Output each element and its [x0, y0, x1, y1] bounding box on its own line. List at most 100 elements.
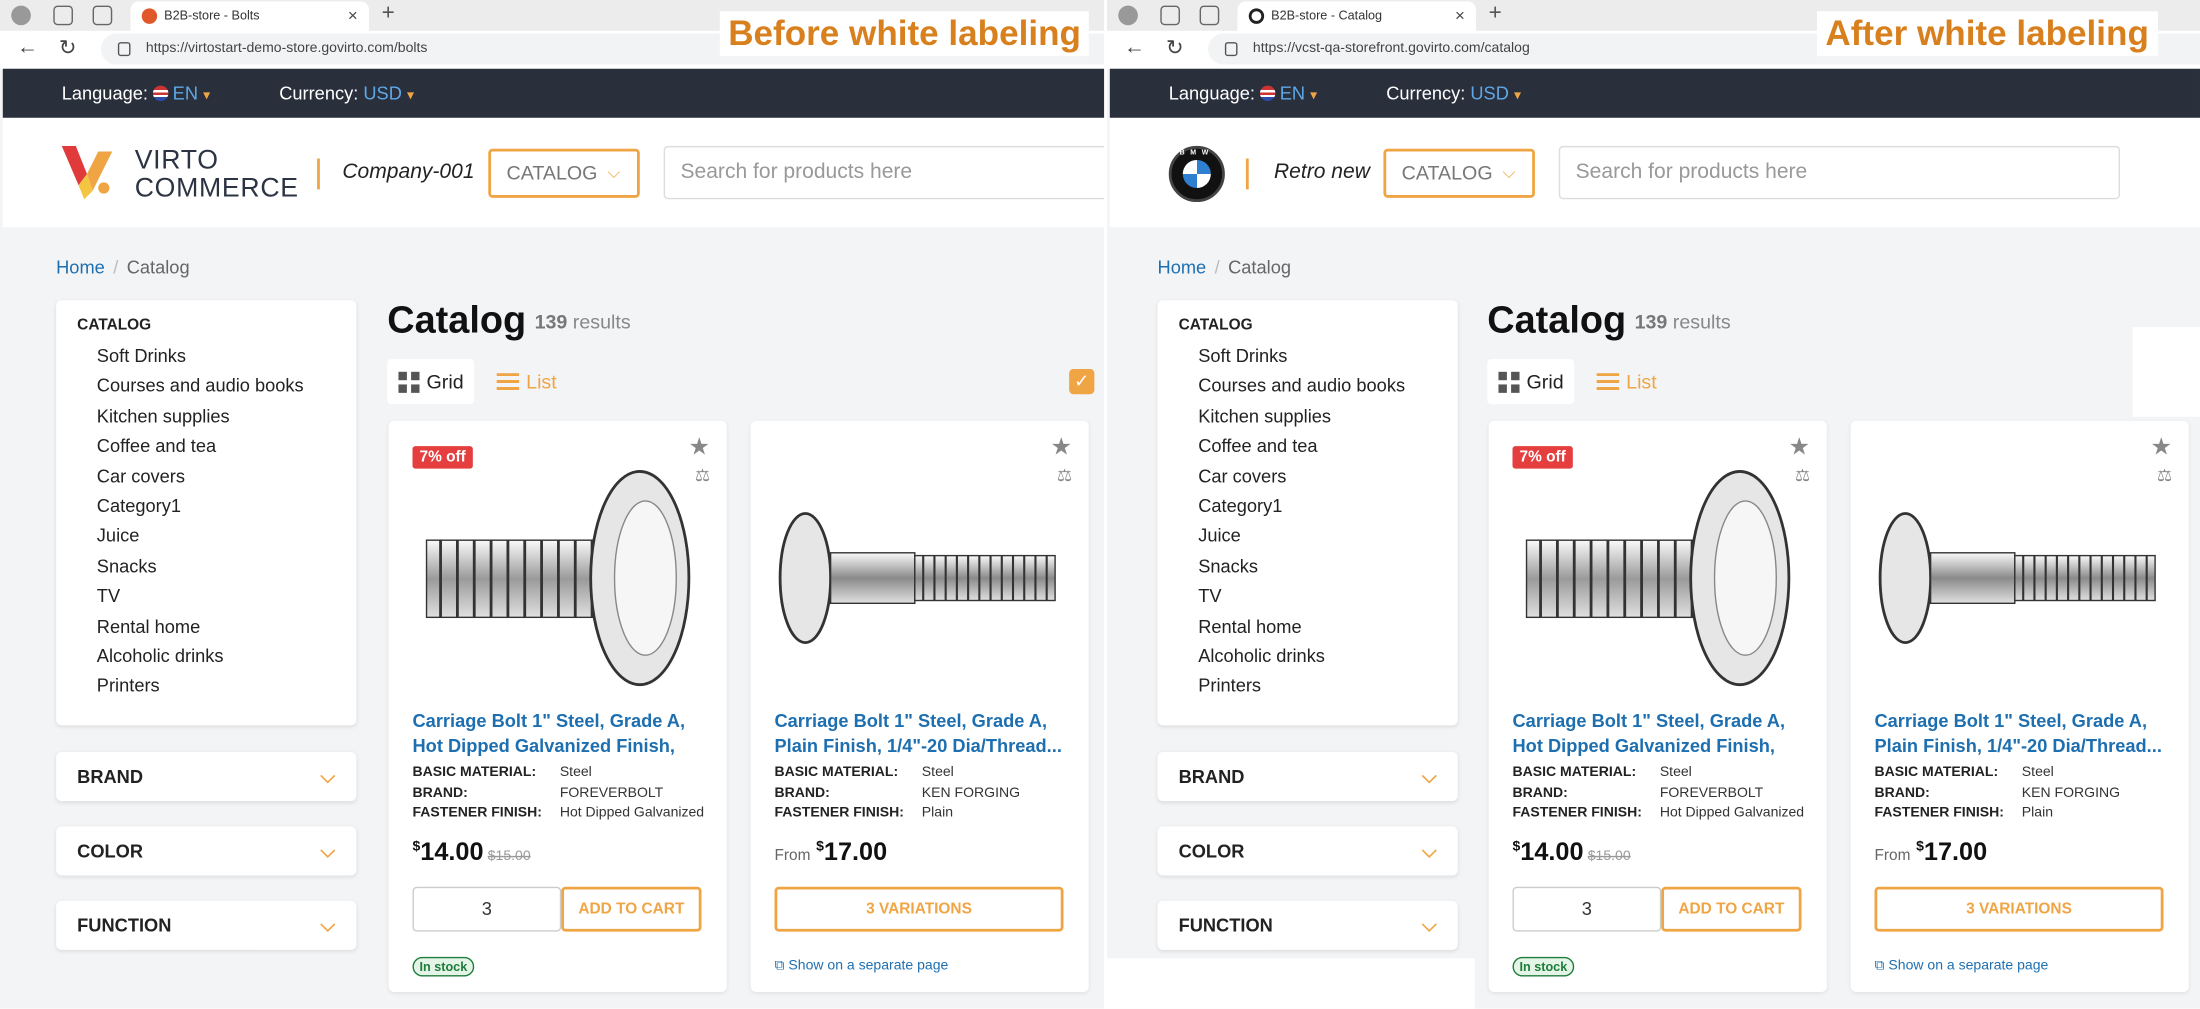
- sidebar-item-courses[interactable]: Courses and audio books: [97, 372, 304, 402]
- reload-icon[interactable]: ↻: [59, 35, 77, 60]
- tab-actions-icon[interactable]: [92, 5, 113, 26]
- sidebar-item-soft-drinks[interactable]: Soft Drinks: [97, 342, 304, 372]
- sidebar-item-tv[interactable]: TV: [1198, 582, 1405, 612]
- product-image[interactable]: [412, 463, 702, 695]
- star-icon[interactable]: ★: [1789, 434, 1810, 462]
- facet-color[interactable]: COLOR ⌵: [1157, 826, 1458, 876]
- tab-title: B2B-store - Bolts: [164, 8, 260, 23]
- sidebar-item-category1[interactable]: Category1: [97, 492, 304, 522]
- favicon-icon: [141, 8, 158, 24]
- product-card: ★ ⚖ Carriage Bolt 1" Steel, Grade A, Pla…: [1850, 420, 2189, 992]
- search-input[interactable]: Search for products here: [1558, 145, 2121, 200]
- workspaces-icon[interactable]: [53, 5, 73, 26]
- chevron-down-icon: ⌵: [320, 764, 336, 788]
- back-icon[interactable]: ←: [1124, 35, 1145, 59]
- sidebar-item-juice[interactable]: Juice: [1198, 522, 1405, 552]
- product-image[interactable]: [1512, 463, 1802, 695]
- currency-value: USD: [1470, 82, 1509, 104]
- facet-brand[interactable]: BRAND ⌵: [1157, 752, 1458, 802]
- quantity-input[interactable]: 3: [412, 886, 562, 932]
- back-icon[interactable]: ←: [17, 35, 38, 59]
- facet-brand[interactable]: BRAND ⌵: [56, 752, 357, 802]
- language-label: Language:: [1168, 82, 1255, 104]
- close-tab-icon[interactable]: ×: [348, 1, 358, 30]
- currency-selector[interactable]: Currency: USD ▾: [279, 83, 414, 104]
- new-tab-icon[interactable]: +: [382, 1, 395, 26]
- list-view-toggle[interactable]: List: [1596, 359, 1657, 404]
- sidebar-item-coffee[interactable]: Coffee and tea: [1198, 432, 1405, 462]
- variations-button[interactable]: 3 VARIATIONS: [774, 886, 1064, 932]
- sidebar-item-courses[interactable]: Courses and audio books: [1198, 372, 1405, 402]
- chevron-down-icon: ⌵: [1421, 913, 1437, 936]
- bmw-logo[interactable]: BMW: [1168, 145, 1225, 203]
- breadcrumb-home-link[interactable]: Home: [56, 257, 105, 278]
- breadcrumb-home-link[interactable]: Home: [1158, 257, 1207, 278]
- workspaces-icon[interactable]: [1160, 5, 1180, 26]
- add-to-cart-button[interactable]: ADD TO CART: [1661, 886, 1802, 932]
- result-count: 139 results: [534, 310, 631, 333]
- close-tab-icon[interactable]: ×: [1455, 1, 1465, 30]
- facet-color[interactable]: COLOR ⌵: [56, 826, 357, 876]
- breadcrumb: Home / Catalog: [1157, 256, 1291, 278]
- sidebar-item-alcoholic[interactable]: Alcoholic drinks: [1198, 642, 1405, 672]
- add-to-cart-button[interactable]: ADD TO CART: [561, 886, 702, 932]
- sidebar-item-car-covers[interactable]: Car covers: [1198, 462, 1405, 492]
- variations-button[interactable]: 3 VARIATIONS: [1874, 886, 2164, 932]
- catalog-button[interactable]: CATALOG ⌵: [1383, 148, 1535, 198]
- list-view-toggle[interactable]: List: [496, 359, 557, 404]
- sidebar-item-car-covers[interactable]: Car covers: [97, 462, 304, 492]
- grid-view-toggle[interactable]: Grid: [387, 359, 475, 405]
- before-pane: B2B-store - Bolts × + ← ↻ https://virtos…: [0, 0, 1105, 1009]
- sidebar-item-coffee[interactable]: Coffee and tea: [97, 432, 304, 462]
- product-name-link[interactable]: Carriage Bolt 1" Steel, Grade A, Hot Dip…: [1512, 709, 1807, 760]
- sidebar-item-rental-home[interactable]: Rental home: [97, 612, 304, 642]
- external-link-icon: ⧉: [774, 958, 789, 974]
- language-selector[interactable]: Language: EN ▾: [1169, 83, 1317, 104]
- separate-page-link[interactable]: ⧉ Show on a separate page: [1874, 958, 2048, 973]
- product-image[interactable]: [774, 463, 1064, 695]
- facet-function[interactable]: FUNCTION ⌵: [1157, 900, 1458, 950]
- product-name-link[interactable]: Carriage Bolt 1" Steel, Grade A, Hot Dip…: [412, 709, 707, 760]
- sidebar-item-printers[interactable]: Printers: [97, 672, 304, 702]
- product-name-link[interactable]: Carriage Bolt 1" Steel, Grade A, Plain F…: [774, 709, 1069, 760]
- virto-commerce-logo[interactable]: VIRTO COMMERCE: [61, 145, 301, 203]
- sidebar-item-alcoholic[interactable]: Alcoholic drinks: [97, 642, 304, 672]
- tab-actions-icon[interactable]: [1199, 5, 1220, 26]
- sidebar-item-rental-home[interactable]: Rental home: [1198, 612, 1405, 642]
- page-title: Catalog: [1487, 298, 1627, 341]
- facet-function[interactable]: FUNCTION ⌵: [56, 900, 357, 950]
- url-text: https://vcst-qa-storefront.govirto.com/c…: [1252, 40, 1530, 57]
- sidebar-item-soft-drinks[interactable]: Soft Drinks: [1198, 342, 1405, 372]
- sidebar-item-snacks[interactable]: Snacks: [1198, 552, 1405, 582]
- language-value: EN: [1279, 82, 1306, 104]
- browser-tab[interactable]: B2B-store - Catalog ×: [1237, 1, 1477, 31]
- checkbox[interactable]: ✓: [1069, 369, 1095, 395]
- sidebar-item-kitchen[interactable]: Kitchen supplies: [97, 402, 304, 432]
- sidebar-item-printers[interactable]: Printers: [1198, 672, 1405, 702]
- star-icon[interactable]: ★: [2151, 434, 2172, 462]
- product-name-link[interactable]: Carriage Bolt 1" Steel, Grade A, Plain F…: [1874, 709, 2169, 760]
- reload-icon[interactable]: ↻: [1166, 35, 1184, 60]
- star-icon[interactable]: ★: [1051, 434, 1072, 462]
- language-selector[interactable]: Language: EN ▾: [62, 83, 210, 104]
- lock-icon: [1224, 42, 1238, 57]
- sidebar-item-juice[interactable]: Juice: [97, 522, 304, 552]
- sidebar-item-category1[interactable]: Category1: [1198, 492, 1405, 522]
- profile-icon[interactable]: [11, 5, 31, 26]
- separate-page-link[interactable]: ⧉ Show on a separate page: [774, 958, 948, 973]
- currency-selector[interactable]: Currency: USD ▾: [1386, 83, 1521, 104]
- browser-tab[interactable]: B2B-store - Bolts ×: [130, 1, 370, 31]
- star-icon[interactable]: ★: [689, 434, 710, 462]
- search-input[interactable]: Search for products here: [663, 145, 1105, 200]
- quantity-input[interactable]: 3: [1512, 886, 1662, 932]
- product-image[interactable]: [1874, 463, 2164, 695]
- category-sidebar: CATALOG Soft Drinks Courses and audio bo…: [1157, 300, 1458, 726]
- grid-view-toggle[interactable]: Grid: [1487, 359, 1575, 405]
- sidebar-item-tv[interactable]: TV: [97, 582, 304, 612]
- sidebar-item-kitchen[interactable]: Kitchen supplies: [1198, 402, 1405, 432]
- profile-icon[interactable]: [1118, 5, 1138, 26]
- sidebar-item-snacks[interactable]: Snacks: [97, 552, 304, 582]
- catalog-button[interactable]: CATALOG ⌵: [488, 148, 640, 198]
- top-bar: Language: EN ▾ Currency: USD ▾: [1109, 68, 2200, 118]
- new-tab-icon[interactable]: +: [1489, 1, 1502, 26]
